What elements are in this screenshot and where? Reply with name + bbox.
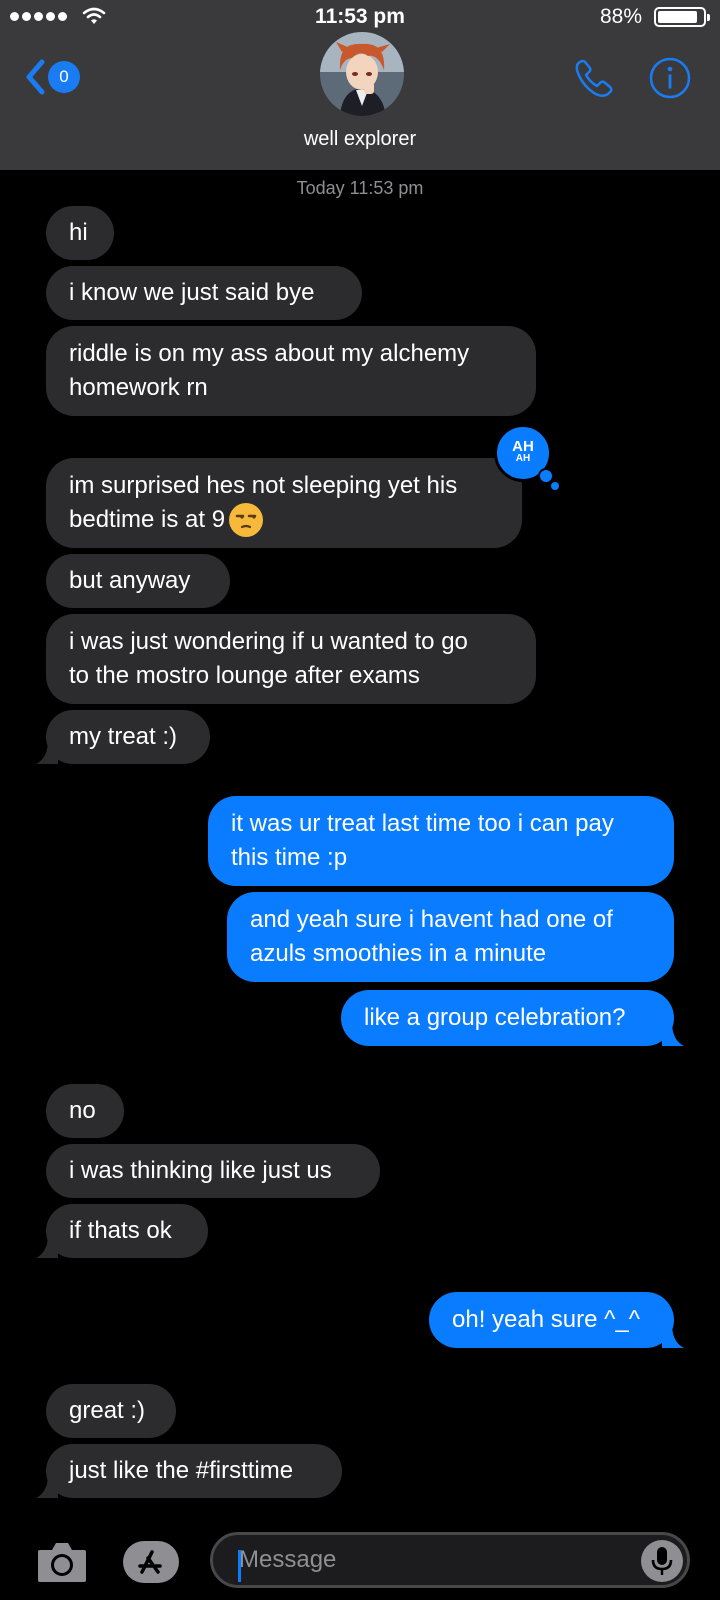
message-text-line: i was just wondering if u wanted to go <box>69 628 468 655</box>
back-chevron-icon <box>26 59 45 95</box>
incoming-message[interactable]: just like the #firsttime <box>36 1444 342 1498</box>
app-store-icon <box>123 1541 179 1583</box>
incoming-message[interactable]: if thats ok <box>36 1204 208 1258</box>
message-text: like a group celebration? <box>364 1004 626 1031</box>
reaction-tail-dot <box>538 468 554 484</box>
incoming-message[interactable]: riddle is on my ass about my alchemy hom… <box>46 326 536 416</box>
message-text-line: homework rn <box>69 374 208 401</box>
message-text: just like the #firsttime <box>69 1457 294 1484</box>
status-bar: 11:53 pm 88% <box>0 0 720 34</box>
message-text: no <box>69 1097 96 1124</box>
incoming-message[interactable]: hi <box>46 206 114 260</box>
bubble-tail <box>36 1474 58 1498</box>
outgoing-message[interactable]: it was ur treat last time too i can pay … <box>208 796 674 886</box>
message-text: if thats ok <box>69 1217 172 1244</box>
call-button[interactable] <box>572 56 616 105</box>
battery-icon <box>654 7 710 27</box>
message-text-line: bedtime is at 9 <box>69 505 226 533</box>
info-icon <box>649 57 691 99</box>
bubble-tail <box>36 740 58 764</box>
message-text: oh! yeah sure ^_^ <box>452 1306 640 1333</box>
outgoing-message[interactable]: like a group celebration? <box>341 990 684 1046</box>
back-button[interactable]: 0 <box>24 58 80 96</box>
message-text-line: to the mostro lounge after exams <box>69 662 420 689</box>
outgoing-message[interactable]: oh! yeah sure ^_^ <box>429 1292 684 1348</box>
incoming-message[interactable]: no <box>46 1084 124 1138</box>
camera-icon <box>38 1543 86 1582</box>
incoming-message[interactable]: i was just wondering if u wanted to go t… <box>46 614 536 704</box>
message-text: i was thinking like just us <box>69 1157 332 1184</box>
unamused-face-icon <box>229 503 264 538</box>
incoming-message[interactable]: im surprised hes not sleeping yet his be… <box>46 458 522 548</box>
message-text: i know we just said bye <box>69 279 315 306</box>
contact-name[interactable]: well explorer <box>0 128 720 151</box>
incoming-message[interactable]: my treat :) <box>36 710 210 764</box>
app-store-button[interactable] <box>122 1540 184 1589</box>
message-text: my treat :) <box>69 723 178 750</box>
text-cursor <box>238 1550 241 1582</box>
reaction-text-top: AH <box>512 438 534 455</box>
message-input[interactable] <box>210 1532 690 1588</box>
message-text-line: riddle is on my ass about my alchemy <box>69 340 470 367</box>
unread-count-badge: 0 <box>48 61 80 93</box>
message-text-line: it was ur treat last time too i can pay <box>231 810 614 837</box>
bubble-tail <box>36 1234 58 1258</box>
info-button[interactable] <box>648 56 692 105</box>
message-text-line: azuls smoothies in a minute <box>250 940 547 967</box>
phone-icon <box>575 59 613 97</box>
incoming-message[interactable]: i know we just said bye <box>46 266 362 320</box>
microphone-icon <box>651 1547 673 1575</box>
reaction-tail-dot <box>551 482 559 490</box>
message-text: hi <box>69 219 88 246</box>
incoming-message[interactable]: great :) <box>46 1384 176 1438</box>
dictation-button[interactable] <box>641 1540 683 1582</box>
message-text-line: and yeah sure i havent had one of <box>250 906 613 933</box>
message-text: but anyway <box>69 567 191 594</box>
bubble-tail <box>662 1324 684 1348</box>
outgoing-message[interactable]: and yeah sure i havent had one of azuls … <box>227 892 674 982</box>
avatar[interactable] <box>320 32 404 116</box>
compose-bar <box>0 1520 720 1600</box>
reaction-text-bottom: AH <box>515 453 531 464</box>
message-text-line: im surprised hes not sleeping yet his <box>69 471 458 499</box>
camera-button[interactable] <box>36 1540 88 1589</box>
message-text-line: this time :p <box>231 844 348 871</box>
bubble-tail <box>662 1022 684 1046</box>
incoming-message[interactable]: i was thinking like just us <box>46 1144 380 1198</box>
conversation-header: 0 well explorer <box>0 32 720 170</box>
battery-percentage: 88% <box>599 5 642 28</box>
incoming-message[interactable]: but anyway <box>46 554 230 608</box>
conversation-timestamp: Today 11:53 pm <box>296 178 424 198</box>
message-text: great :) <box>69 1397 146 1424</box>
